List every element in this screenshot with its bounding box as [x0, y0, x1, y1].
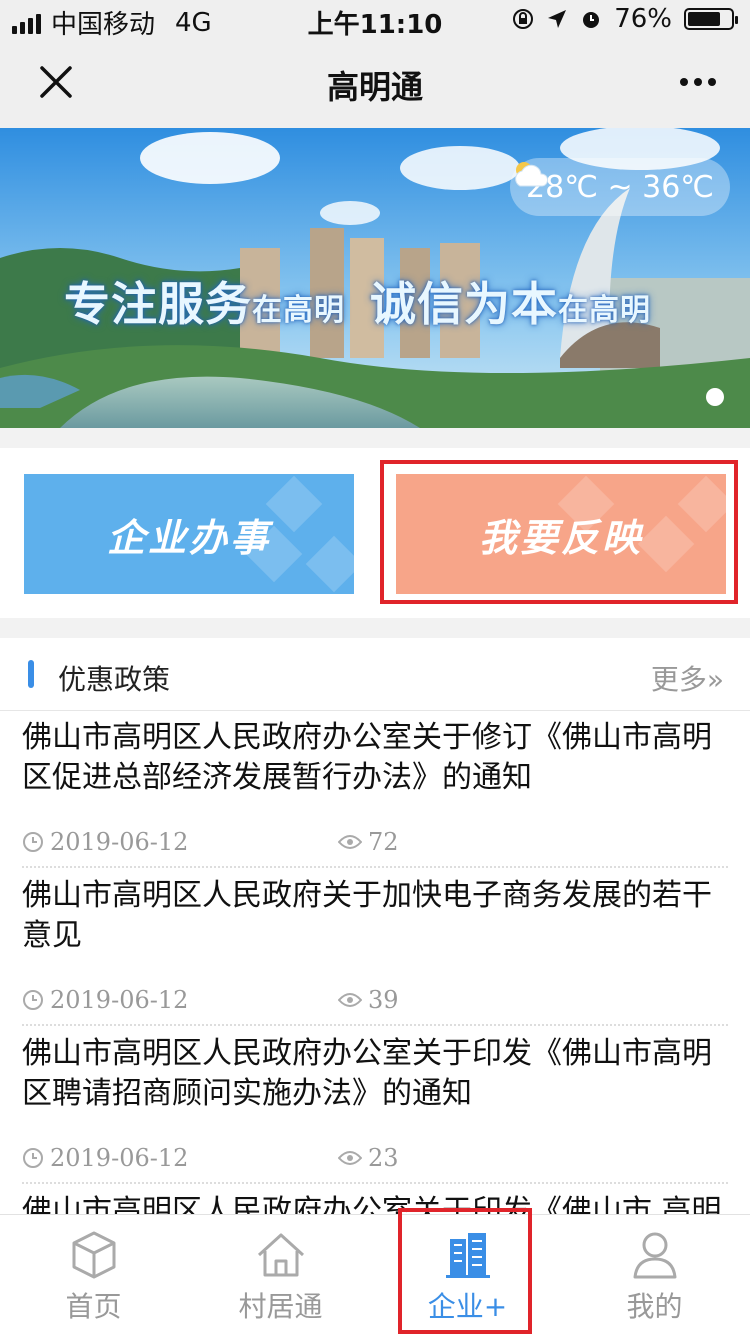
- clock-icon: [23, 832, 43, 852]
- feedback-highlight-box: [380, 460, 738, 604]
- slogan-part-1: 专注服务: [64, 277, 252, 331]
- views-count: 72: [368, 828, 399, 856]
- date-text: 2019-06-12: [50, 1144, 189, 1172]
- tab-bar: 首页 村居通 企业+ 我的: [0, 1214, 750, 1335]
- banner-slogan: 专注服务在高明 诚信为本在高明: [64, 268, 659, 334]
- tab-label: 首页: [65, 1290, 122, 1323]
- article-title: 佛山市高明区人民政府办公室关于修订《佛山市高明区促进总部经济发展暂行办法》的通知: [22, 720, 712, 795]
- list-item[interactable]: 佛山市高明区人民政府办公室关于印发《佛山市高明区聘请招商顾问实施办法》的通知 2…: [0, 1026, 750, 1184]
- article-date: 2019-06-12: [22, 1144, 188, 1172]
- date-text: 2019-06-12: [50, 986, 189, 1014]
- orientation-lock-icon: [513, 9, 534, 29]
- carousel-indicator[interactable]: [706, 388, 724, 406]
- article-title: 佛山市高明区人民政府办公室关于印发《佛山市 高明: [22, 1194, 722, 1214]
- clock-icon: [23, 990, 43, 1010]
- action-panel: 企业办事 我要反映: [0, 448, 750, 618]
- eye-icon: [338, 1151, 362, 1165]
- tab-label: 我的: [626, 1290, 683, 1323]
- article-meta: 2019-06-12 39: [22, 986, 728, 1018]
- slogan-part-2: 诚信为本: [370, 277, 559, 331]
- article-date: 2019-06-12: [22, 986, 188, 1014]
- article-title: 佛山市高明区人民政府办公室关于印发《佛山市高明区聘请招商顾问实施办法》的通知: [22, 1036, 712, 1111]
- tab-mine[interactable]: 我的: [561, 1215, 748, 1335]
- decor-diamond: [305, 535, 354, 593]
- article-meta: 2019-06-12 23: [22, 1144, 728, 1176]
- decor-diamond: [265, 475, 323, 533]
- slogan-part-2-suffix: 在高明: [558, 293, 652, 328]
- battery-percent: 76%: [614, 4, 672, 34]
- tab-home[interactable]: 首页: [0, 1215, 187, 1335]
- person-icon: [633, 1232, 676, 1279]
- status-right: 76%: [512, 4, 738, 34]
- article-date: 2019-06-12: [22, 828, 188, 856]
- list-item[interactable]: 佛山市高明区人民政府关于加快电子商务发展的若干意见 2019-06-12 39: [0, 868, 750, 1026]
- list-item[interactable]: 佛山市高明区人民政府办公室关于修订《佛山市高明区促进总部经济发展暂行办法》的通知…: [0, 710, 750, 868]
- temperature-range: 28℃ ~ 36℃: [526, 169, 714, 205]
- cloudy-weather-icon: [515, 162, 549, 187]
- navigation-bar: 高明通: [0, 40, 750, 128]
- eye-icon: [338, 835, 362, 849]
- policy-list: 优惠政策 更多» 佛山市高明区人民政府办公室关于修订《佛山市高明区促进总部经济发…: [0, 638, 750, 1214]
- section-header: 优惠政策 更多»: [0, 638, 750, 711]
- article-title: 佛山市高明区人民政府关于加快电子商务发展的若干意见: [22, 878, 712, 953]
- battery-icon: [684, 8, 738, 30]
- more-options-icon[interactable]: [680, 78, 716, 86]
- house-icon: [257, 1233, 304, 1277]
- views-count: 39: [368, 986, 399, 1014]
- section-title: 优惠政策: [58, 663, 171, 696]
- views-count: 23: [368, 1144, 399, 1172]
- article-views: 72: [338, 828, 399, 856]
- battery-fill: [688, 12, 720, 26]
- eye-icon: [338, 993, 362, 1007]
- article-views: 39: [338, 986, 399, 1014]
- list-item[interactable]: 佛山市高明区人民政府办公室关于印发《佛山市 高明: [0, 1184, 750, 1214]
- page-title: 高明通: [326, 68, 423, 106]
- location-icon: [548, 10, 567, 28]
- more-link[interactable]: 更多»: [651, 658, 724, 698]
- enterprise-tab-highlight-box: [398, 1208, 532, 1334]
- section-accent-bar: [28, 660, 34, 688]
- banner[interactable]: 28℃ ~ 36℃ 专注服务在高明 诚信为本在高明: [0, 128, 750, 428]
- alarm-icon: [583, 12, 600, 28]
- status-bar: 中国移动 4G 上午11:10 76%: [0, 0, 750, 40]
- date-text: 2019-06-12: [50, 828, 189, 856]
- clock-icon: [23, 1148, 43, 1168]
- slogan-part-1-suffix: 在高明: [252, 293, 345, 328]
- article-meta: 2019-06-12 72: [22, 828, 728, 860]
- cube-icon: [72, 1231, 115, 1279]
- article-views: 23: [338, 1144, 399, 1172]
- tab-label: 村居通: [238, 1290, 323, 1323]
- tab-village[interactable]: 村居通: [187, 1215, 374, 1335]
- enterprise-services-button[interactable]: 企业办事: [24, 474, 354, 594]
- weather-badge: 28℃ ~ 36℃: [510, 158, 730, 216]
